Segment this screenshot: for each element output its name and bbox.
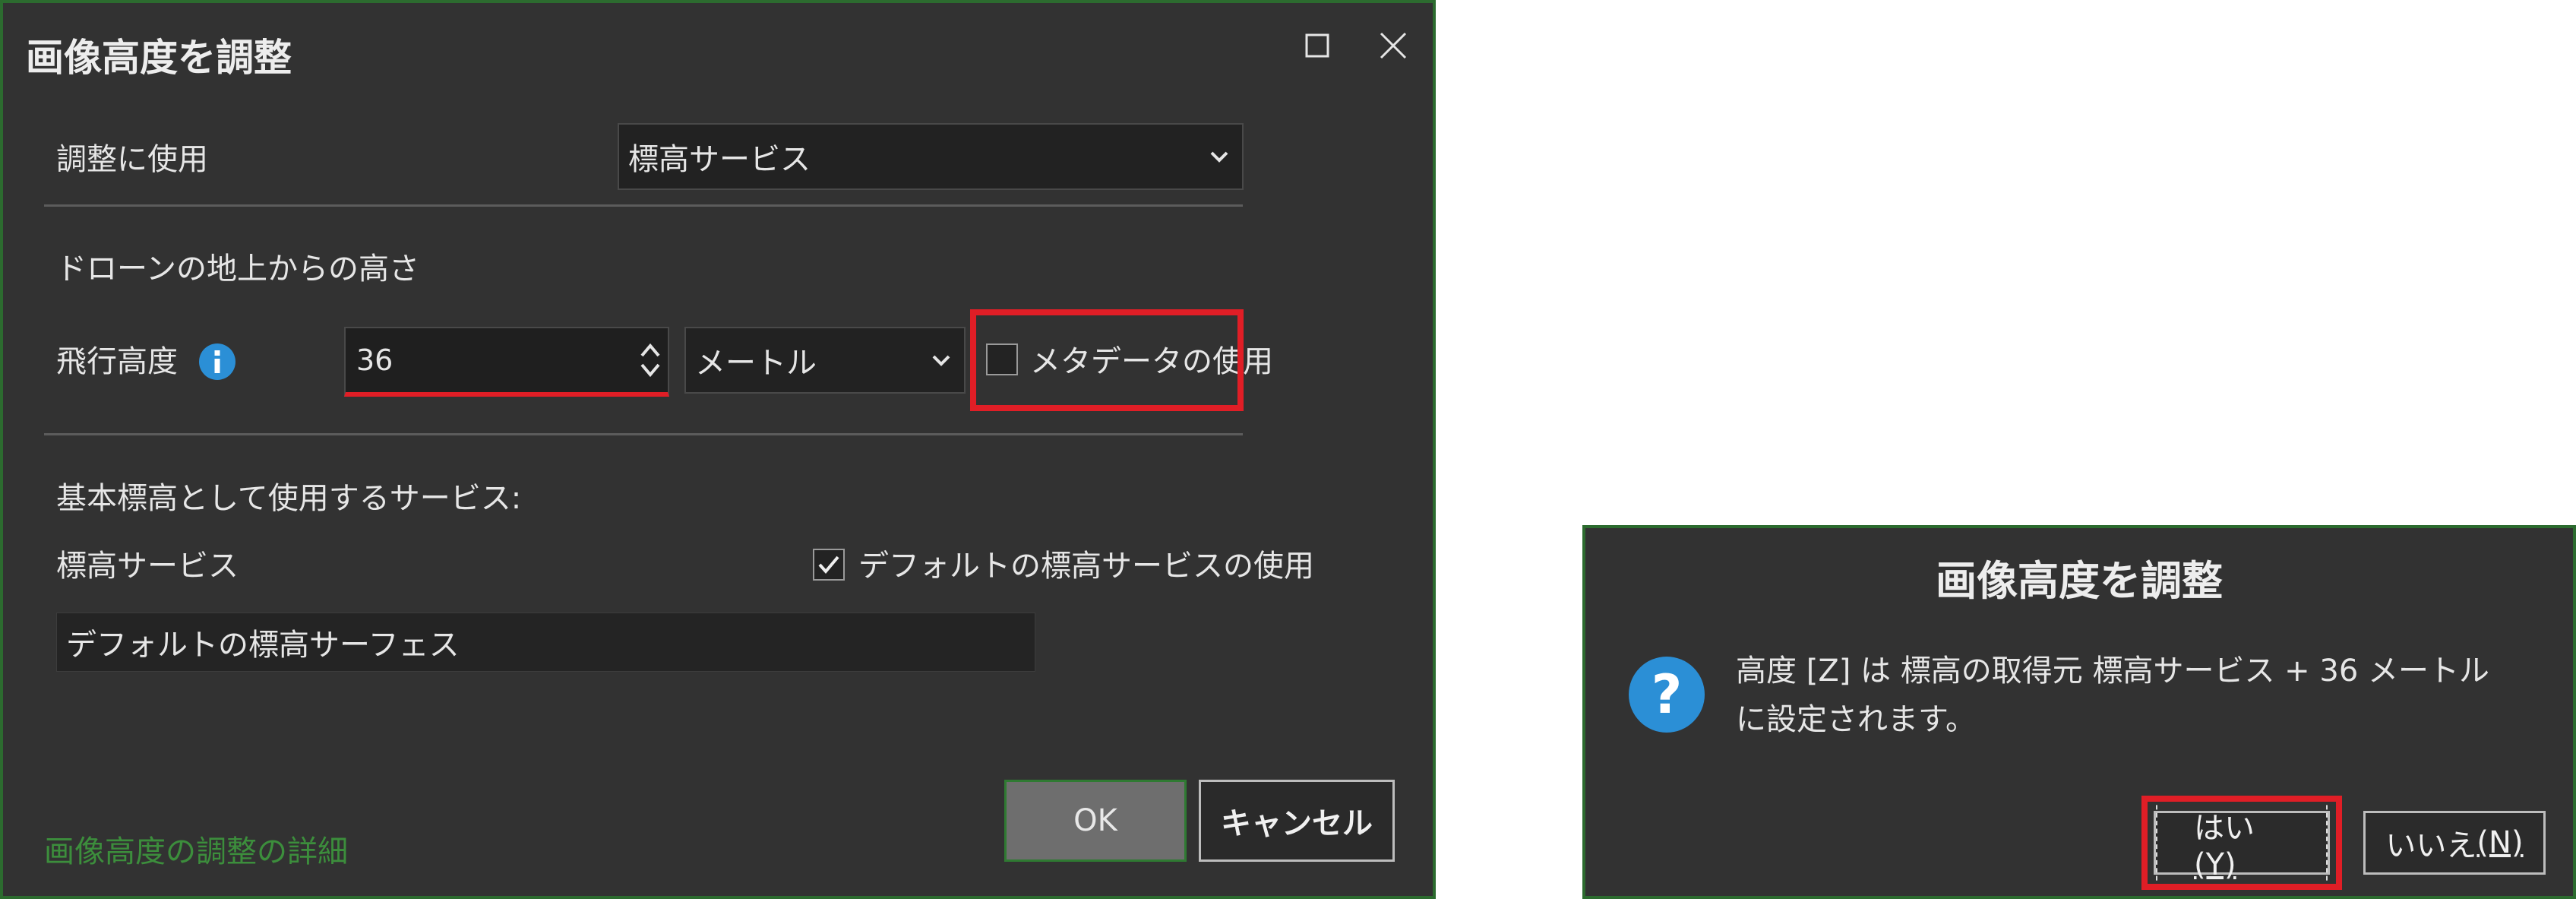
flight-altitude-input[interactable]: 36 — [344, 327, 669, 397]
confirm-message-line1: 高度 [Z] は 標高の取得元 標高サービス + 36 メートル — [1736, 654, 2490, 688]
adjust-using-label: 調整に使用 — [56, 142, 208, 177]
maximize-button[interactable] — [1294, 23, 1340, 68]
yes-label: はい — [2194, 811, 2255, 846]
elevation-surface-value: デフォルトの標高サーフェス — [66, 628, 460, 663]
no-mnemonic: (N) — [2476, 825, 2524, 860]
altitude-spinner[interactable] — [633, 328, 668, 392]
ok-button[interactable]: OK — [1004, 780, 1187, 862]
no-button[interactable]: いいえ (N) — [2363, 811, 2546, 875]
close-icon — [1380, 32, 1407, 59]
base-elevation-section-label: 基本標高として使用するサービス: — [56, 481, 522, 516]
confirm-dialog-title: 画像高度を調整 — [1936, 557, 2223, 605]
adjust-altitude-dialog: 画像高度を調整 調整に使用 標高サービス ドローンの地上からの高さ 飛行高度 3… — [0, 0, 1436, 899]
flight-altitude-label: 飛行高度 — [56, 344, 178, 379]
no-label: いいえ — [2385, 828, 2477, 863]
use-metadata-checkbox[interactable] — [986, 343, 1018, 375]
confirm-message-line2: に設定されます。 — [1736, 702, 1976, 737]
spinner-down-icon[interactable] — [639, 362, 662, 378]
maximize-icon — [1305, 33, 1329, 58]
info-icon[interactable] — [198, 342, 237, 381]
default-service-checkbox[interactable] — [813, 549, 845, 581]
separator — [44, 204, 1243, 207]
separator — [44, 433, 1243, 435]
unit-select[interactable]: メートル — [684, 327, 966, 394]
use-metadata-label: メタデータの使用 — [1030, 344, 1273, 379]
details-link[interactable]: 画像高度の調整の詳細 — [44, 827, 348, 871]
elevation-surface-field[interactable]: デフォルトの標高サーフェス — [56, 613, 1035, 672]
default-service-label: デフォルトの標高サービスの使用 — [858, 549, 1314, 584]
question-icon: ? — [1629, 657, 1705, 733]
adjust-using-value: 標高サービス — [628, 142, 811, 177]
chevron-down-icon — [1210, 151, 1228, 163]
chevron-down-icon — [932, 355, 950, 366]
confirm-dialog: 画像高度を調整 ? 高度 [Z] は 標高の取得元 標高サービス + 36 メー… — [1582, 525, 2576, 899]
cancel-button[interactable]: キャンセル — [1199, 780, 1395, 862]
flight-altitude-value: 36 — [356, 343, 394, 377]
yes-mnemonic: (Y) — [2194, 847, 2236, 882]
adjust-using-select[interactable]: 標高サービス — [618, 123, 1244, 190]
close-button[interactable] — [1370, 23, 1416, 68]
yes-button[interactable]: はい(Y) — [2154, 797, 2330, 888]
drone-height-section-label: ドローンの地上からの高さ — [56, 252, 419, 286]
dialog-title: 画像高度を調整 — [26, 36, 292, 80]
unit-value: メートル — [695, 346, 817, 381]
spinner-up-icon[interactable] — [639, 342, 662, 359]
checkmark-icon — [818, 556, 839, 575]
elevation-service-label: 標高サービス — [56, 549, 239, 584]
